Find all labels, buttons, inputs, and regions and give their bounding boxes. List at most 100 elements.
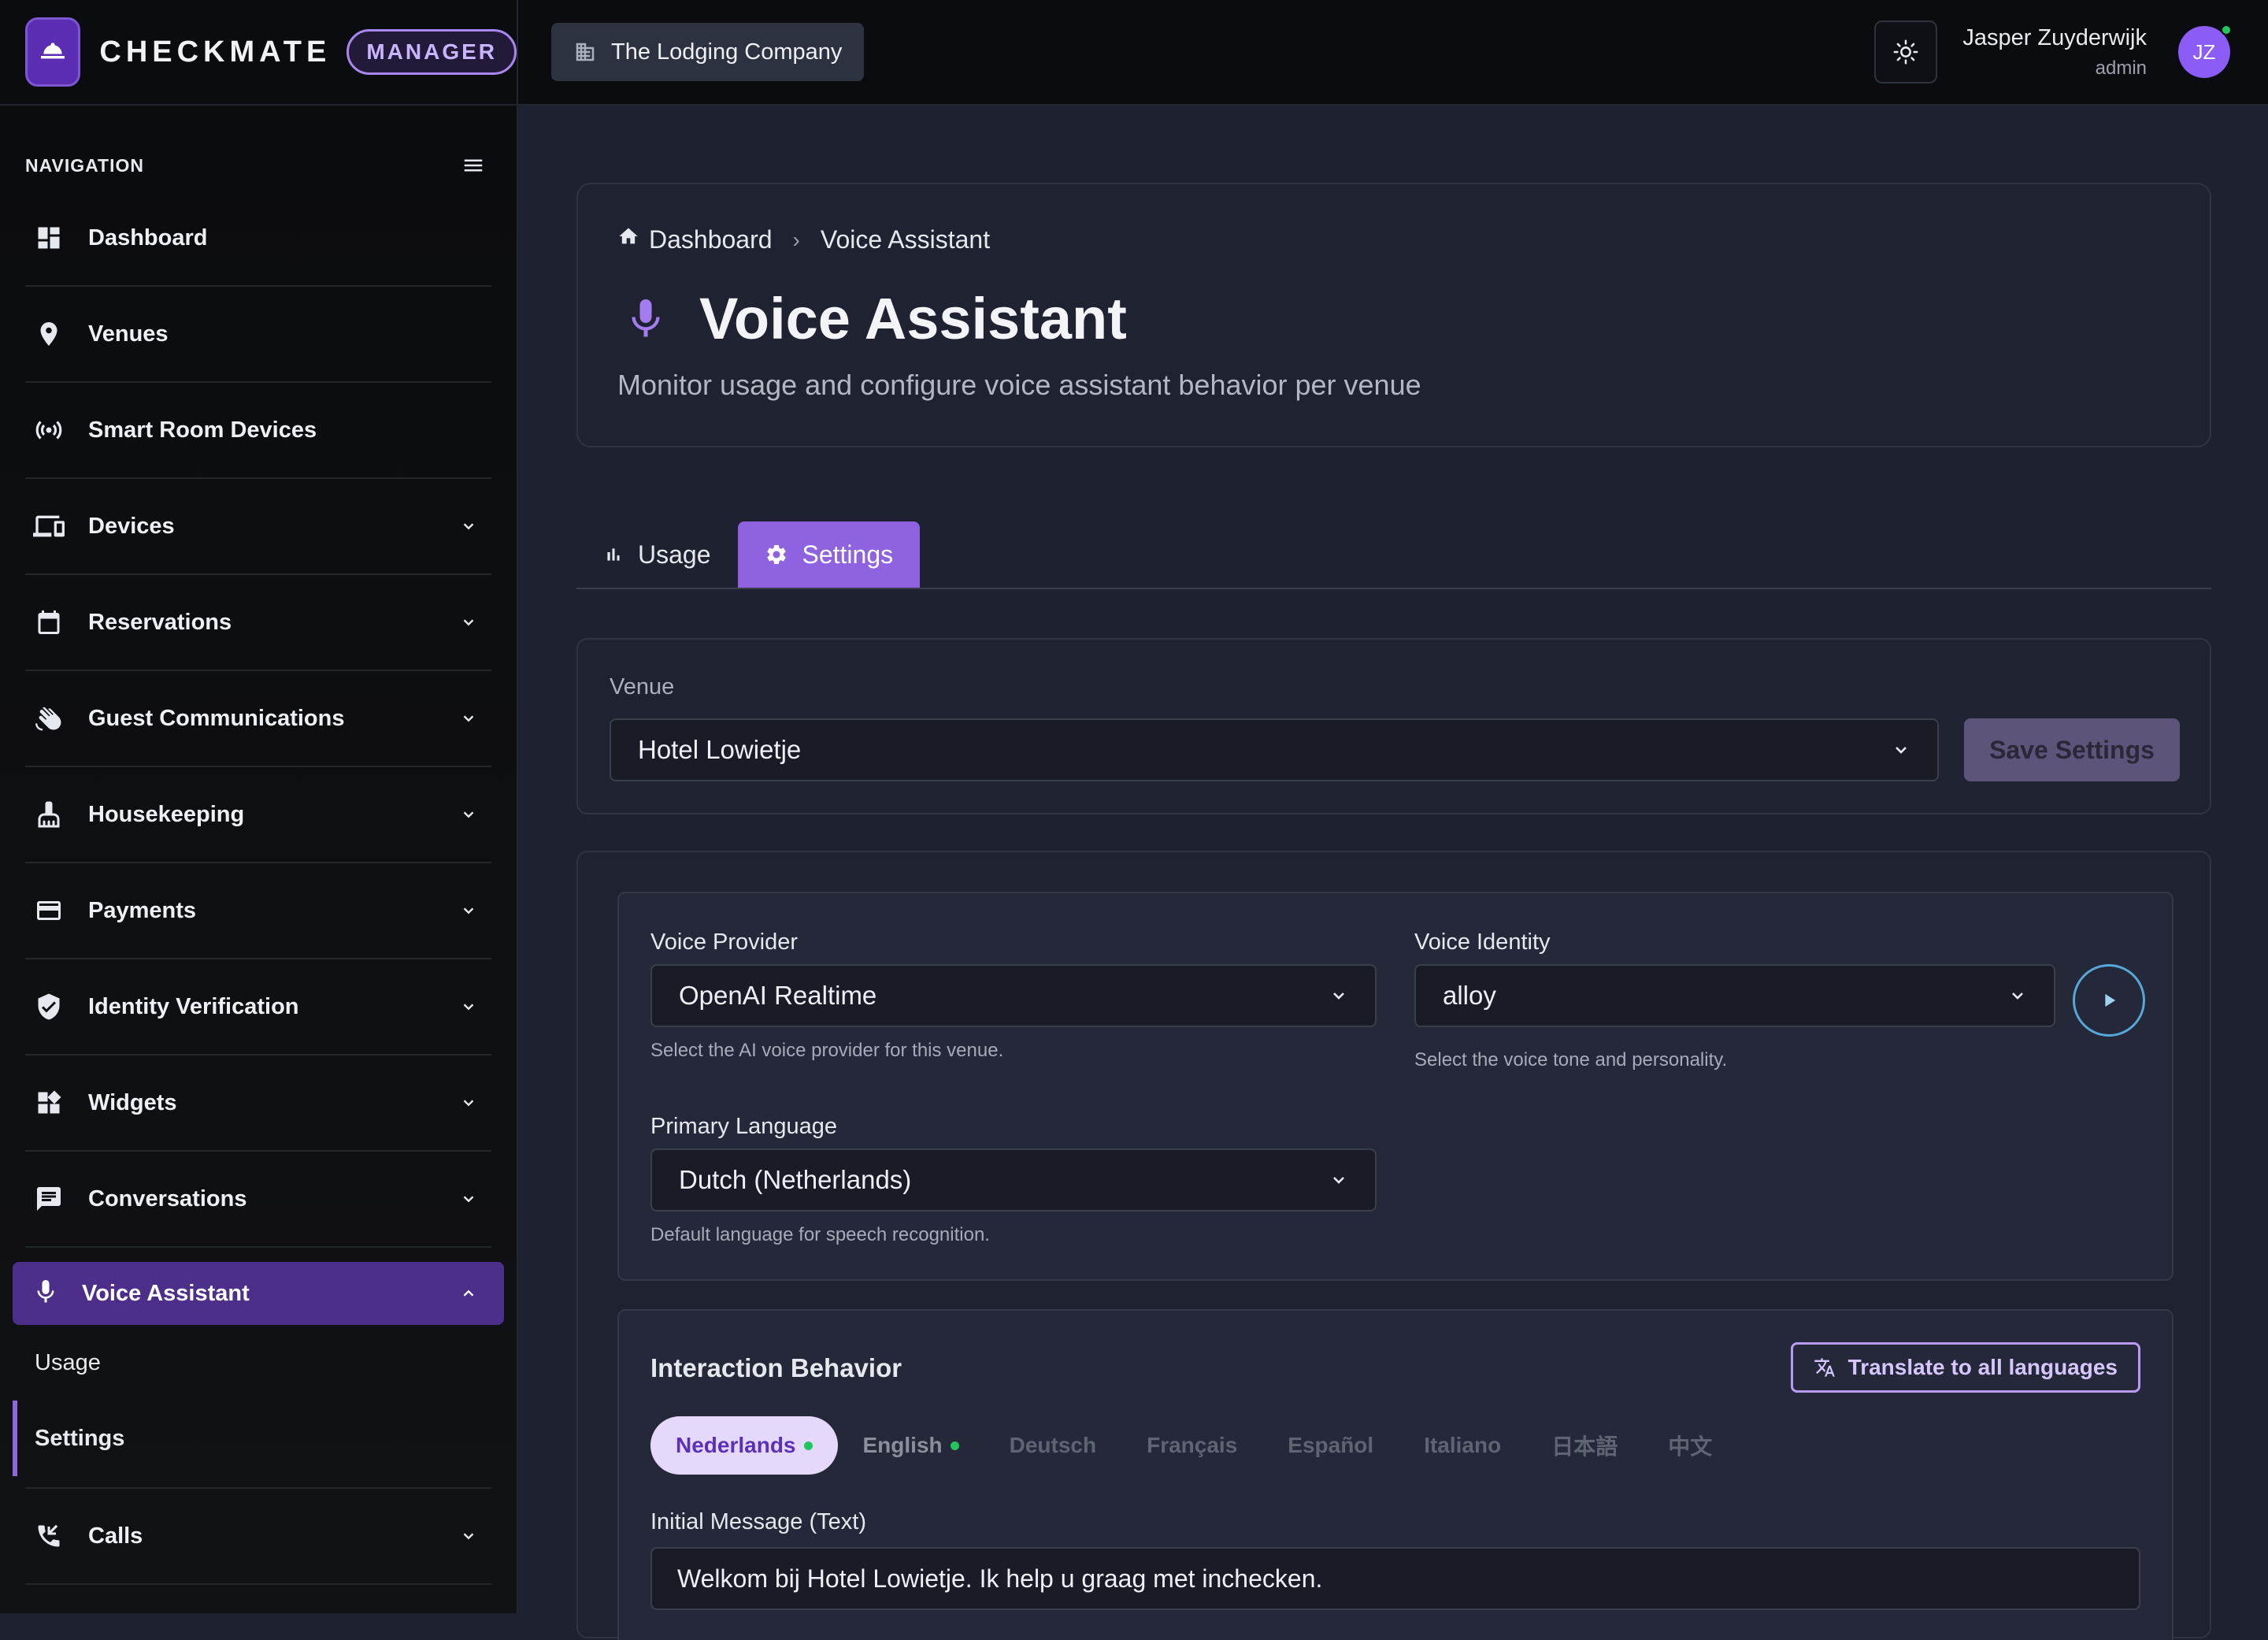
translate-all-label: Translate to all languages xyxy=(1847,1355,2118,1379)
company-name: The Lodging Company xyxy=(611,39,843,65)
building-icon xyxy=(576,43,595,61)
initial-message-label: Initial Message (Text) xyxy=(650,1509,866,1534)
calendar-icon xyxy=(32,605,66,640)
page-title: Voice Assistant xyxy=(699,286,1127,351)
brand-name: CHECKMATE xyxy=(99,35,332,69)
sidebar-item-widgets[interactable]: Widgets xyxy=(25,1056,491,1152)
widgets-icon xyxy=(32,1085,66,1120)
tab-bar: Usage Settings xyxy=(576,521,2211,589)
tab-usage[interactable]: Usage xyxy=(576,521,738,588)
chevron-down-icon xyxy=(463,907,474,915)
initial-message-input[interactable]: Welkom bij Hotel Lowietje. Ik help u gra… xyxy=(650,1547,2140,1610)
language-tab-it[interactable]: Italiano xyxy=(1399,1416,1526,1475)
language-tab-es[interactable]: Español xyxy=(1262,1416,1399,1475)
sidebar-item-venues[interactable]: Venues xyxy=(25,287,491,383)
venue-select-value: Hotel Lowietje xyxy=(638,735,802,764)
gear-icon xyxy=(766,545,786,564)
sidebar-item-label: Payments xyxy=(88,897,197,923)
language-tab-label: Français xyxy=(1147,1433,1238,1457)
user-role: admin xyxy=(2095,57,2147,79)
chevron-down-icon xyxy=(463,1196,474,1203)
sidebar: NAVIGATION Dashboard Venues Smart Room D… xyxy=(0,106,518,1613)
sidebar-item-voice-assistant[interactable]: Voice Assistant xyxy=(13,1262,504,1325)
primary-language-help: Default language for speech recognition. xyxy=(650,1224,990,1245)
voice-provider-value: OpenAI Realtime xyxy=(679,981,877,1010)
avatar[interactable]: JZ xyxy=(2178,24,2232,78)
page-header: Dashboard › Voice Assistant Voice Assist… xyxy=(576,183,2211,447)
chevron-down-icon xyxy=(1333,993,1344,1000)
shield-check-icon xyxy=(32,989,66,1024)
sidebar-item-dashboard[interactable]: Dashboard xyxy=(25,191,491,287)
chevron-down-icon xyxy=(463,1533,474,1540)
content-status-dot xyxy=(803,1441,813,1450)
language-tab-en[interactable]: English xyxy=(838,1416,984,1475)
sidebar-subitem-settings[interactable]: Settings xyxy=(13,1401,491,1476)
language-tab-label: Nederlands xyxy=(676,1433,796,1457)
chat-icon xyxy=(32,1182,66,1216)
content-status-dot xyxy=(950,1441,959,1450)
initial-message-value: Welkom bij Hotel Lowietje. Ik help u gra… xyxy=(677,1564,1323,1593)
chevron-down-icon xyxy=(2012,993,2023,1000)
voice-identity-select[interactable]: alloy xyxy=(1414,964,2055,1027)
theme-toggle-button[interactable] xyxy=(1874,20,1938,83)
language-tab-label: Deutsch xyxy=(1009,1433,1097,1457)
language-tab-label: 中文 xyxy=(1668,1434,1713,1459)
tab-label: Usage xyxy=(638,540,711,569)
language-tab-label: Español xyxy=(1288,1433,1374,1457)
user-info: Jasper Zuyderwijk admin xyxy=(1962,25,2147,80)
venue-selector-card: Venue Hotel Lowietje Save Settings xyxy=(576,638,2211,814)
language-tab-ja[interactable]: 日本語 xyxy=(1526,1416,1643,1475)
avatar-initials: JZ xyxy=(2192,39,2216,64)
sidebar-subitem-label: Settings xyxy=(35,1425,125,1451)
sidebar-item-label: Calls xyxy=(88,1523,143,1549)
sidebar-item-conversations[interactable]: Conversations xyxy=(25,1152,491,1248)
chevron-down-icon xyxy=(1333,1177,1344,1184)
language-tab-de[interactable]: Deutsch xyxy=(984,1416,1121,1475)
sidebar-item-label: Smart Room Devices xyxy=(88,417,317,443)
primary-language-select[interactable]: Dutch (Netherlands) xyxy=(650,1148,1377,1211)
primary-language-label: Primary Language xyxy=(650,1114,837,1139)
sidebar-subitem-usage[interactable]: Usage xyxy=(25,1325,491,1401)
language-tab-zh[interactable]: 中文 xyxy=(1643,1416,1737,1475)
language-tab-nl[interactable]: Nederlands xyxy=(650,1416,838,1475)
sidebar-item-reservations[interactable]: Reservations xyxy=(25,575,491,671)
brand: CHECKMATE MANAGER xyxy=(0,0,518,105)
sidebar-item-label: Widgets xyxy=(88,1089,177,1115)
chevron-down-icon xyxy=(463,811,474,818)
chevron-down-icon xyxy=(463,1004,474,1011)
sidebar-item-devices[interactable]: Devices xyxy=(25,479,491,575)
bar-chart-icon xyxy=(607,548,620,561)
sidebar-item-guest-communications[interactable]: Guest Communications xyxy=(25,671,491,767)
interaction-behavior-panel: Interaction Behavior Translate to all la… xyxy=(617,1309,2174,1640)
language-tab-fr[interactable]: Français xyxy=(1121,1416,1262,1475)
preview-voice-button[interactable] xyxy=(2073,964,2145,1037)
save-settings-button[interactable]: Save Settings xyxy=(1964,718,2180,781)
menu-icon[interactable] xyxy=(461,154,485,177)
page-subtitle: Monitor usage and configure voice assist… xyxy=(617,369,1421,401)
language-tab-label: Italiano xyxy=(1424,1433,1502,1457)
venue-select[interactable]: Hotel Lowietje xyxy=(610,718,1939,781)
bell-logo-icon[interactable] xyxy=(25,17,81,87)
sidebar-item-label: Voice Assistant xyxy=(82,1280,250,1306)
sidebar-item-smart-room-devices[interactable]: Smart Room Devices xyxy=(25,383,491,479)
microphone-icon xyxy=(632,299,660,336)
sidebar-item-calls[interactable]: Calls xyxy=(25,1489,491,1585)
sidebar-item-identity-verification[interactable]: Identity Verification xyxy=(25,959,491,1056)
company-switcher[interactable]: The Lodging Company xyxy=(551,23,865,81)
broadcast-icon xyxy=(32,413,66,447)
sidebar-item-housekeeping[interactable]: Housekeeping xyxy=(25,767,491,863)
breadcrumb-home-link[interactable]: Dashboard xyxy=(649,225,773,254)
breadcrumb-separator-icon: › xyxy=(792,227,800,252)
voice-provider-select[interactable]: OpenAI Realtime xyxy=(650,964,1377,1027)
waving-hand-icon xyxy=(32,701,66,736)
sidebar-item-payments[interactable]: Payments xyxy=(25,863,491,959)
home-icon xyxy=(619,228,638,243)
location-pin-icon xyxy=(32,317,66,351)
tab-settings[interactable]: Settings xyxy=(737,521,921,588)
nav-title: NAVIGATION xyxy=(25,154,144,176)
voice-provider-help: Select the AI voice provider for this ve… xyxy=(650,1040,1004,1061)
chevron-down-icon xyxy=(463,523,474,530)
translate-all-button[interactable]: Translate to all languages xyxy=(1790,1342,2140,1393)
sidebar-item-label: Dashboard xyxy=(88,224,208,250)
voice-identity-help: Select the voice tone and personality. xyxy=(1414,1049,1728,1070)
